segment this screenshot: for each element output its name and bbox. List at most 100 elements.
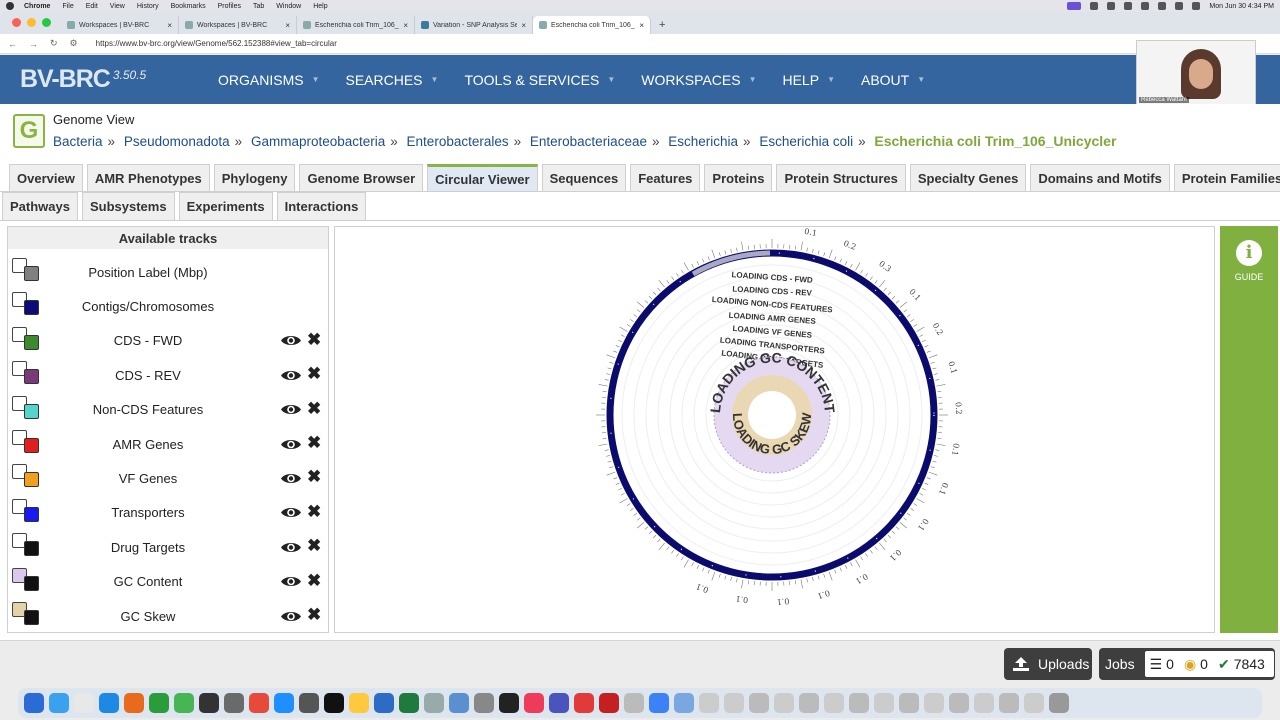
remove-track-icon[interactable]: ✖ [307,536,321,556]
dock-app-icon[interactable] [399,693,419,713]
tab-circular-viewer[interactable]: Circular Viewer [427,164,538,192]
track-color-swatch[interactable] [12,602,40,630]
dock-app-icon[interactable] [299,693,319,713]
dock-app-icon[interactable] [524,693,544,713]
crumb-escherichia[interactable]: Escherichia [668,134,738,149]
dock-app-icon[interactable] [899,693,919,713]
remove-track-icon[interactable]: ✖ [307,364,321,384]
tray-icon[interactable] [1124,2,1133,10]
dock-app-icon[interactable] [774,693,794,713]
dock-app-icon[interactable] [874,693,894,713]
remove-track-icon[interactable]: ✖ [307,605,321,625]
track-row[interactable]: Transporters ✖ [8,498,328,528]
tab-domains-motifs[interactable]: Domains and Motifs [1030,164,1170,192]
jobs-status[interactable]: Jobs ☰ 0 ◉ 0 ✔ 7843 [1099,648,1275,680]
shield-icon[interactable] [1090,2,1099,10]
wifi-icon[interactable] [1175,2,1184,10]
dock-app-icon[interactable] [649,693,669,713]
dock-app-icon[interactable] [249,693,269,713]
track-row[interactable]: CDS - REV ✖ [8,360,328,390]
dock-app-icon[interactable] [674,693,694,713]
track-row[interactable]: CDS - FWD ✖ [8,326,328,356]
dock-app-icon[interactable] [24,693,44,713]
menu-file[interactable]: File [62,3,73,10]
tab-sequences[interactable]: Sequences [541,164,627,192]
dock-app-icon[interactable] [1024,693,1044,713]
dock-app-icon[interactable] [374,693,394,713]
dock-app-icon[interactable] [124,693,144,713]
track-row[interactable]: VF Genes ✖ [8,463,328,493]
close-window-icon[interactable] [12,18,21,27]
track-color-swatch[interactable] [12,498,40,527]
close-tab-icon[interactable]: × [285,21,290,30]
eye-icon[interactable] [280,541,302,554]
eye-icon[interactable] [280,506,302,519]
browser-tab[interactable]: Escherichia coli Trim_106_U... × [297,16,415,34]
bvbrc-logo[interactable]: BV-BRC 3.50.5 [20,65,210,94]
dock-app-icon[interactable] [999,693,1019,713]
browser-tab[interactable]: Workspaces | BV-BRC × [61,16,179,34]
nav-searches[interactable]: SEARCHES ▼ [346,72,439,88]
eye-icon[interactable] [280,438,302,451]
tray-icon[interactable] [1141,2,1150,10]
apple-icon[interactable] [6,2,14,10]
browser-tab-active[interactable]: Escherichia coli Trim_106_U... × [533,16,651,34]
tab-phylogeny[interactable]: Phylogeny [213,164,296,192]
track-color-swatch[interactable] [12,326,40,355]
eye-icon[interactable] [280,403,302,416]
remove-track-icon[interactable]: ✖ [307,330,321,350]
track-color-swatch[interactable] [12,292,40,320]
close-tab-icon[interactable]: × [639,21,644,30]
browser-tab[interactable]: Variation - SNP Analysis Serv... × [415,16,533,34]
track-row[interactable]: Contigs/Chromosomes [8,291,328,321]
dock-app-icon[interactable] [749,693,769,713]
dock-app-icon[interactable] [199,693,219,713]
menu-tab[interactable]: Tab [253,3,264,10]
dock-app-icon[interactable] [499,693,519,713]
crumb-pseudomonadota[interactable]: Pseudomonadota [124,134,230,149]
crumb-enterobacterales[interactable]: Enterobacterales [407,134,509,149]
track-color-swatch[interactable] [12,361,40,389]
remove-track-icon[interactable]: ✖ [307,433,321,453]
dock-app-icon[interactable] [424,693,444,713]
remove-track-icon[interactable]: ✖ [307,571,321,591]
eye-icon[interactable] [280,610,302,623]
site-info-icon[interactable]: ⚙ [70,38,78,49]
track-color-swatch[interactable] [12,533,40,561]
dock-app-icon[interactable] [324,693,344,713]
close-tab-icon[interactable]: × [521,21,526,30]
dock-app-icon[interactable] [1049,693,1069,713]
menu-profiles[interactable]: Profiles [218,3,241,10]
crumb-bacteria[interactable]: Bacteria [53,134,103,149]
circular-genome-map[interactable]: 0.1 0.2 0.3 0.1 0.2 0.1 0.2 0.1 0.1 0.1 0.1 0.1 0.1 0… [335,227,1215,633]
menu-help[interactable]: Help [313,3,327,10]
track-row[interactable]: Position Label (Mbp) [8,257,328,287]
dock-app-icon[interactable] [549,693,569,713]
tab-amr-phenotypes[interactable]: AMR Phenotypes [86,164,210,192]
dock-app-icon[interactable] [99,693,119,713]
nav-about[interactable]: ABOUT ▼ [861,72,925,88]
circular-viewer-panel[interactable]: 0.1 0.2 0.3 0.1 0.2 0.1 0.2 0.1 0.1 0.1 0.1 0.1 0.1 0… [334,226,1215,633]
zoom-window-icon[interactable] [42,18,51,27]
menu-bookmarks[interactable]: Bookmarks [171,3,206,10]
tab-features[interactable]: Features [630,164,701,192]
track-row[interactable]: GC Skew ✖ [8,601,328,631]
clock[interactable]: Mon Jun 30 4:34 PM [1209,3,1274,10]
crumb-gammaproteobacteria[interactable]: Gammaproteobacteria [251,134,385,149]
dock-app-icon[interactable] [149,693,169,713]
tab-proteins[interactable]: Proteins [704,164,773,192]
dock-app-icon[interactable] [74,693,94,713]
track-color-swatch[interactable] [12,395,40,424]
jobs-counter[interactable]: ☰ 0 ◉ 0 ✔ 7843 [1144,651,1274,677]
track-row[interactable]: Non-CDS Features ✖ [8,395,328,425]
dock-app-icon[interactable] [799,693,819,713]
tray-icon[interactable] [1107,2,1116,10]
tab-overview[interactable]: Overview [9,164,83,192]
browser-tab[interactable]: Workspaces | BV-BRC × [179,16,297,34]
new-tab-button[interactable]: + [659,19,665,31]
track-row[interactable]: GC Content ✖ [8,567,328,597]
dock-app-icon[interactable] [349,693,369,713]
dock-app-icon[interactable] [474,693,494,713]
crumb-enterobacteriaceae[interactable]: Enterobacteriaceae [530,134,647,149]
remove-track-icon[interactable]: ✖ [307,502,321,522]
